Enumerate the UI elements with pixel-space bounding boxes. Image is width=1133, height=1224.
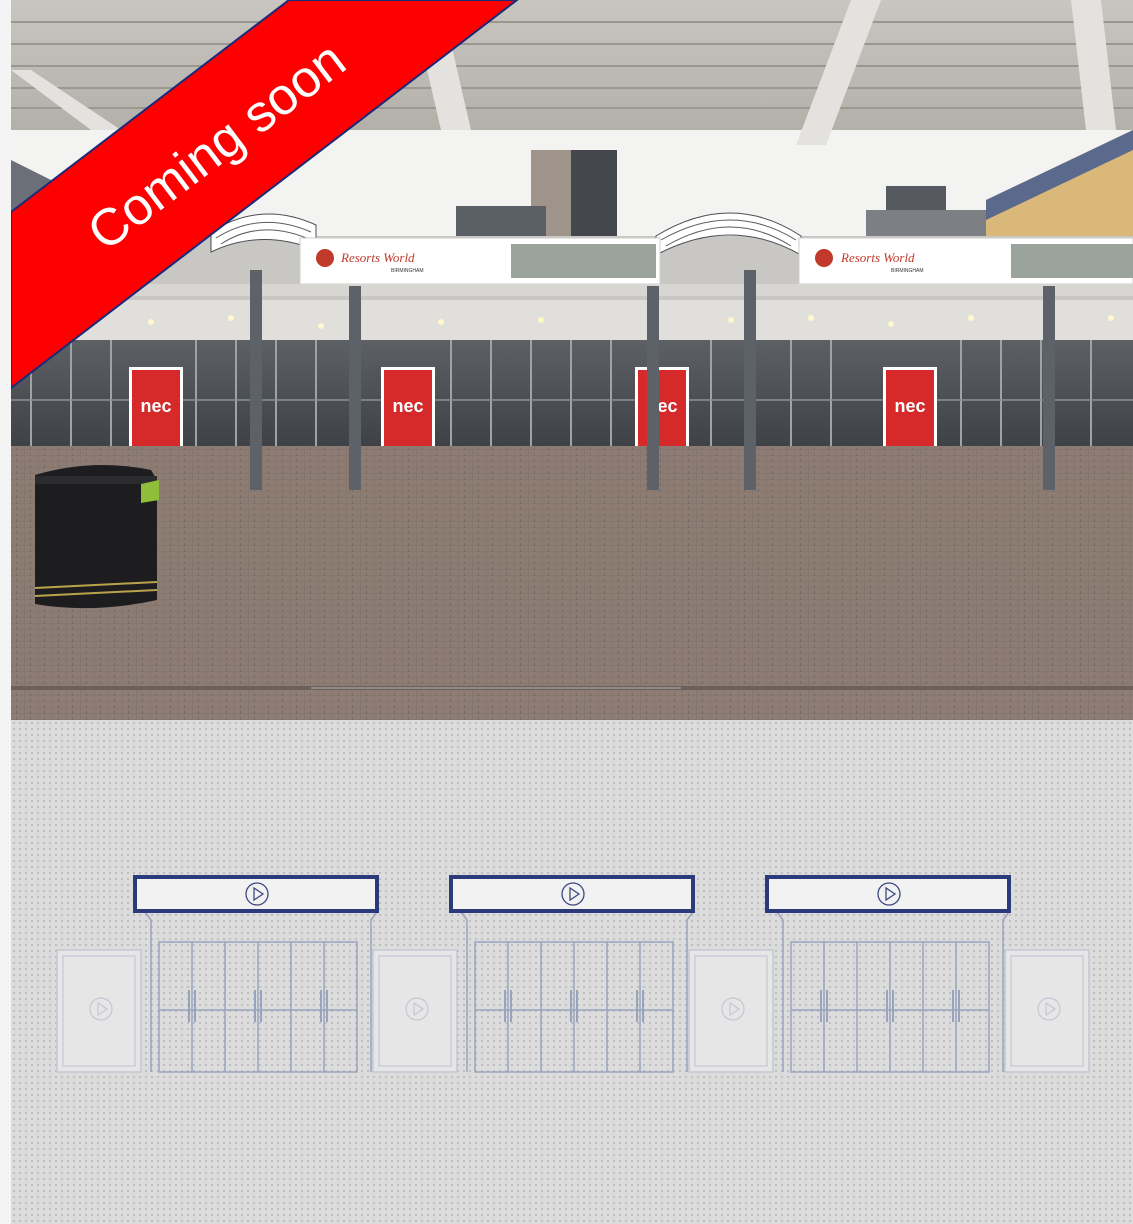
left-margin (0, 0, 11, 1224)
litter-bin (34, 465, 159, 609)
resorts-world-sign: Resorts World (840, 250, 915, 265)
side-poster[interactable] (372, 949, 458, 1073)
nec-poster: nec (381, 367, 435, 449)
nec-poster: nec (129, 367, 183, 449)
side-poster[interactable] (56, 949, 142, 1073)
svg-text:nec: nec (140, 396, 171, 416)
canopy-screen[interactable] (133, 875, 379, 913)
side-poster[interactable] (688, 949, 774, 1073)
sign-location: BIRMINGHAM (391, 268, 424, 274)
resorts-world-sign: Resorts World (340, 250, 415, 265)
nec-poster: nec (883, 367, 937, 449)
svg-text:nec: nec (894, 396, 925, 416)
entrance-floor-plan (11, 720, 1133, 1224)
canopy-screen[interactable] (765, 875, 1011, 913)
svg-text:nec: nec (392, 396, 423, 416)
canopy-screen[interactable] (449, 875, 695, 913)
side-poster[interactable] (1004, 949, 1090, 1073)
nec-poster: nec (635, 367, 689, 449)
sign-location: BIRMINGHAM (891, 268, 924, 274)
venue-entrance-photo: nec nec nec nec Resorts World Resorts Wo… (11, 0, 1133, 720)
